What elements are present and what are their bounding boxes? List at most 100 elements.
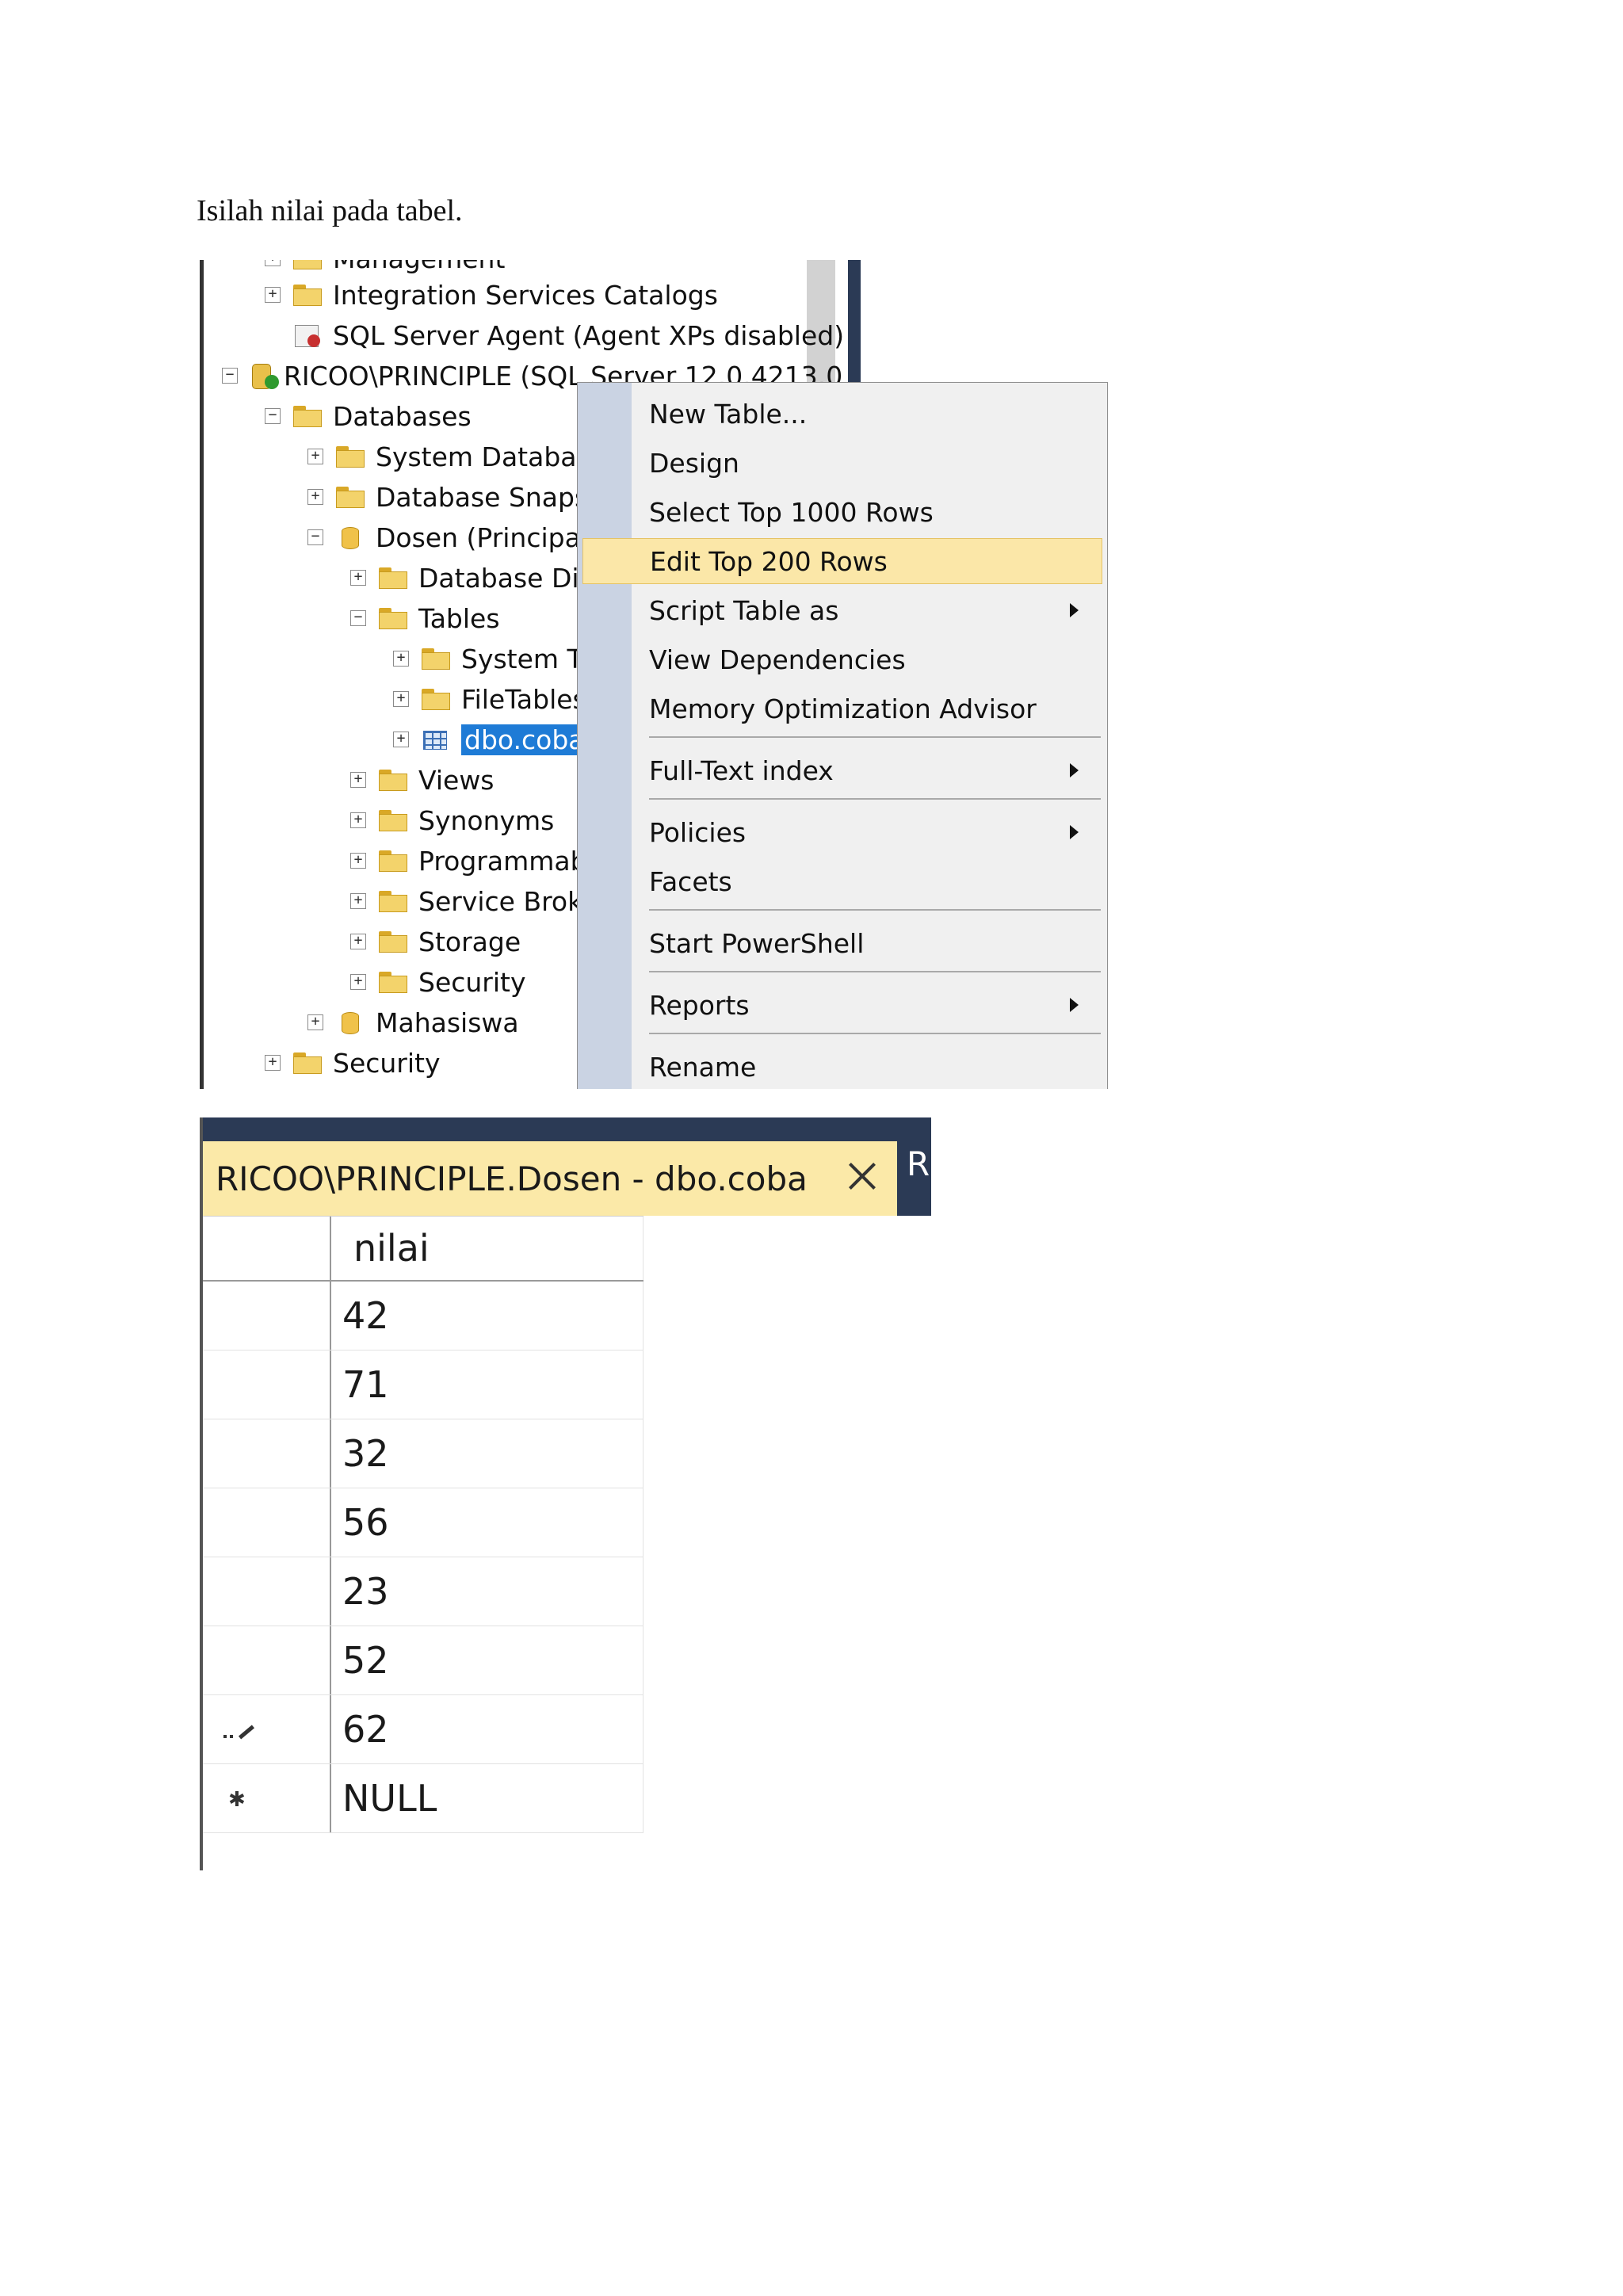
expand-toggle[interactable]: + xyxy=(350,853,366,869)
context-menu: New Table... Design Select Top 1000 Rows… xyxy=(577,382,1108,1089)
tree-item-filetables[interactable]: + FileTables xyxy=(393,683,586,715)
cell-nilai[interactable]: NULL xyxy=(331,1764,643,1832)
expand-toggle[interactable]: + xyxy=(350,812,366,828)
menu-item-memory-optimization[interactable]: Memory Optimization Advisor xyxy=(638,686,1102,732)
menu-item-rename[interactable]: Rename xyxy=(638,1044,1102,1089)
expand-toggle[interactable]: + xyxy=(393,691,409,707)
menu-item-view-dependencies[interactable]: View Dependencies xyxy=(638,636,1102,682)
expand-toggle[interactable]: + xyxy=(350,772,366,788)
menu-item-select-top-1000[interactable]: Select Top 1000 Rows xyxy=(638,489,1102,535)
expand-toggle[interactable]: + xyxy=(265,260,281,266)
menu-item-label: Start PowerShell xyxy=(649,927,865,959)
expand-toggle[interactable]: + xyxy=(350,893,366,909)
tree-item-management[interactable]: + Management xyxy=(265,260,505,274)
cell-nilai[interactable]: 52 xyxy=(331,1626,643,1694)
tree-item-dosen-database[interactable]: − Dosen (Principal) xyxy=(307,521,598,553)
tree-item-synonyms[interactable]: + Synonyms xyxy=(350,804,554,836)
collapse-toggle[interactable]: − xyxy=(265,408,281,424)
tree-item-integration-services[interactable]: + Integration Services Catalogs xyxy=(265,279,718,311)
folder-icon xyxy=(292,404,323,428)
folder-icon xyxy=(334,485,366,509)
menu-item-facets[interactable]: Facets xyxy=(638,858,1102,904)
table-row[interactable]: 56 xyxy=(203,1488,643,1557)
submenu-arrow-icon xyxy=(1070,998,1079,1012)
menu-item-start-powershell[interactable]: Start PowerShell xyxy=(638,920,1102,966)
database-icon xyxy=(334,525,366,549)
row-selector[interactable] xyxy=(203,1350,331,1419)
tree-item-mahasiswa-database[interactable]: + Mahasiswa xyxy=(307,1007,519,1038)
tree-item-security-server[interactable]: + Security xyxy=(265,1047,441,1079)
cell-nilai[interactable]: 32 xyxy=(331,1419,643,1488)
folder-icon xyxy=(292,1051,323,1075)
menu-item-new-table[interactable]: New Table... xyxy=(638,391,1102,437)
expand-toggle[interactable]: + xyxy=(350,974,366,990)
next-tab-label[interactable]: R xyxy=(907,1144,930,1183)
tree-item-tables[interactable]: − Tables xyxy=(350,602,500,634)
menu-item-label: Full-Text index xyxy=(649,755,834,786)
tree-item-dbo-coba[interactable]: + dbo.coba xyxy=(393,724,588,755)
menu-item-reports[interactable]: Reports xyxy=(638,982,1102,1028)
menu-item-label: View Dependencies xyxy=(649,644,906,675)
tree-item-sql-server-agent[interactable]: SQL Server Agent (Agent XPs disabled) xyxy=(265,319,844,351)
row-selector[interactable] xyxy=(203,1626,331,1694)
menu-item-label: Select Top 1000 Rows xyxy=(649,496,934,528)
tree-item-system-databases[interactable]: + System Databases xyxy=(307,441,620,472)
menu-item-policies[interactable]: Policies xyxy=(638,809,1102,855)
expand-toggle[interactable]: + xyxy=(265,1055,281,1071)
menu-item-full-text-index[interactable]: Full-Text index xyxy=(638,747,1102,793)
row-selector[interactable] xyxy=(203,1282,331,1350)
table-row[interactable]: 32 xyxy=(203,1419,643,1488)
cell-nilai[interactable]: 56 xyxy=(331,1488,643,1557)
close-icon[interactable] xyxy=(846,1160,878,1192)
cell-nilai[interactable]: 42 xyxy=(331,1282,643,1350)
cell-nilai[interactable]: 71 xyxy=(331,1350,643,1419)
row-selector[interactable] xyxy=(203,1488,331,1557)
folder-icon xyxy=(292,283,323,307)
tree-item-security-db[interactable]: + Security xyxy=(350,966,526,998)
table-row[interactable]: 71 xyxy=(203,1350,643,1419)
row-selector[interactable]: ✱ xyxy=(203,1764,331,1832)
tree-item-views[interactable]: + Views xyxy=(350,764,495,796)
tree-item-label: Synonyms xyxy=(418,804,555,836)
expand-toggle[interactable]: + xyxy=(393,651,409,667)
pencil-icon xyxy=(223,1725,252,1738)
tree-item-service-broker[interactable]: + Service Broker xyxy=(350,885,609,917)
table-row-editing[interactable]: 62 xyxy=(203,1695,643,1764)
table-row[interactable]: 42 xyxy=(203,1282,643,1350)
collapse-toggle[interactable]: − xyxy=(222,368,238,384)
cell-nilai[interactable]: 23 xyxy=(331,1557,643,1626)
tree-item-label: Dosen (Principal) xyxy=(376,521,598,553)
folder-icon xyxy=(377,970,409,994)
tree-item-label: Storage xyxy=(418,926,521,957)
row-selector[interactable] xyxy=(203,1557,331,1626)
expand-toggle[interactable]: + xyxy=(307,1014,323,1030)
tree-item-storage[interactable]: + Storage xyxy=(350,926,521,957)
sql-agent-icon xyxy=(292,323,323,347)
table-row[interactable]: 52 xyxy=(203,1626,643,1695)
menu-separator xyxy=(649,798,1101,800)
submenu-arrow-icon xyxy=(1070,603,1079,617)
expand-toggle[interactable]: + xyxy=(265,287,281,303)
row-selector[interactable] xyxy=(203,1419,331,1488)
table-row-new[interactable]: ✱ NULL xyxy=(203,1764,643,1833)
cell-nilai[interactable]: 62 xyxy=(331,1695,643,1763)
row-selector[interactable] xyxy=(203,1695,331,1763)
expand-toggle[interactable]: + xyxy=(350,570,366,586)
collapse-toggle[interactable]: − xyxy=(350,610,366,626)
expand-toggle[interactable]: + xyxy=(393,732,409,747)
row-selector-header[interactable] xyxy=(203,1217,331,1280)
expand-toggle[interactable]: + xyxy=(350,934,366,949)
menu-item-edit-top-200[interactable]: Edit Top 200 Rows xyxy=(582,538,1102,584)
expand-toggle[interactable]: + xyxy=(307,489,323,505)
column-header-nilai[interactable]: nilai xyxy=(331,1217,643,1280)
menu-item-script-table-as[interactable]: Script Table as xyxy=(638,587,1102,633)
tree-item-databases[interactable]: − Databases xyxy=(265,400,472,432)
table-row[interactable]: 23 xyxy=(203,1557,643,1626)
expand-toggle[interactable]: + xyxy=(307,449,323,464)
menu-item-design[interactable]: Design xyxy=(638,440,1102,486)
tree-item-label: Tables xyxy=(418,602,500,634)
menu-item-label: Design xyxy=(649,447,739,479)
document-tab[interactable]: RICOO\PRINCIPLE.Dosen - dbo.coba xyxy=(203,1141,897,1216)
collapse-toggle[interactable]: − xyxy=(307,529,323,545)
menu-item-label: Reports xyxy=(649,989,750,1021)
